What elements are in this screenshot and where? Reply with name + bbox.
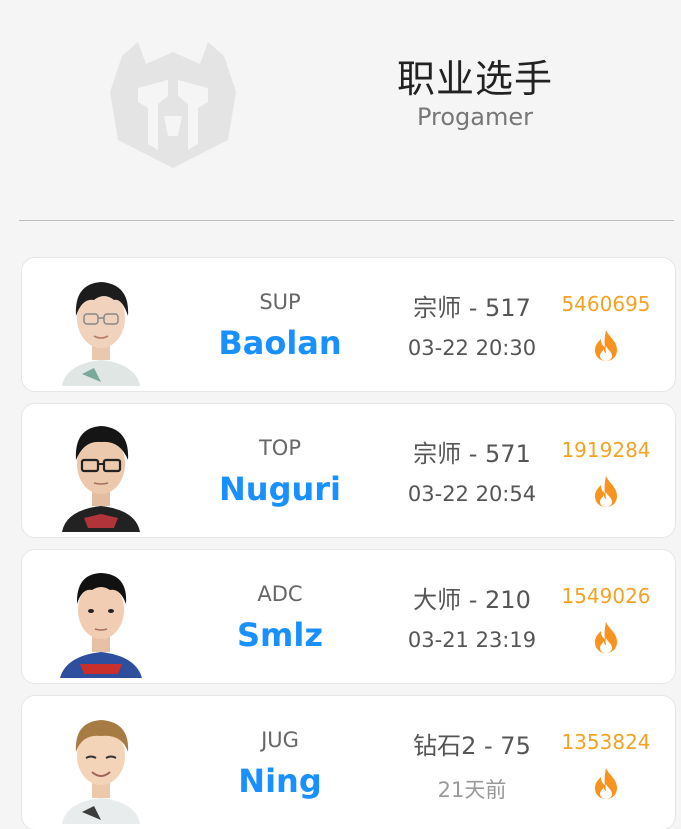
player-role: JUG — [261, 728, 299, 752]
fire-icon — [595, 768, 617, 799]
fire-icon — [595, 330, 617, 361]
page-header: 职业选手 Progamer — [0, 0, 681, 222]
player-last-played: 03-22 20:54 — [407, 482, 537, 506]
header-divider — [19, 220, 674, 221]
player-last-played: 03-22 20:30 — [407, 336, 537, 360]
team-logo-icon — [110, 42, 236, 168]
player-heat-score: 1919284 — [561, 438, 651, 462]
player-rank: 大师 - 210 — [413, 586, 531, 614]
player-name[interactable]: Ning — [190, 762, 370, 800]
player-role: ADC — [257, 582, 303, 606]
player-heat-score: 1353824 — [561, 730, 651, 754]
player-card[interactable]: ADC Smlz 大师 - 210 03-21 23:19 1549026 — [21, 549, 676, 684]
page-subtitle: Progamer — [416, 103, 534, 131]
player-avatar — [60, 573, 142, 678]
player-card[interactable]: SUP Baolan 宗师 - 517 03-22 20:30 5460695 — [21, 257, 676, 392]
player-card[interactable]: JUG Ning 钻石2 - 75 21天前 1353824 — [21, 695, 676, 829]
player-last-played: 21天前 — [437, 778, 507, 802]
page-title: 职业选手 — [396, 57, 553, 101]
player-avatar — [62, 426, 140, 532]
player-card[interactable]: TOP Nuguri 宗师 - 571 03-22 20:54 1919284 — [21, 403, 676, 538]
player-name[interactable]: Baolan — [190, 324, 370, 362]
player-name[interactable]: Nuguri — [190, 470, 370, 508]
player-avatar — [62, 720, 140, 824]
player-role: SUP — [259, 290, 301, 314]
player-avatar — [62, 282, 140, 386]
fire-icon — [595, 476, 617, 507]
player-list: SUP Baolan 宗师 - 517 03-22 20:30 5460695 — [21, 257, 676, 829]
player-last-played: 03-21 23:19 — [407, 628, 537, 652]
fire-icon — [595, 622, 617, 653]
player-heat-score: 1549026 — [561, 584, 651, 608]
player-role: TOP — [258, 436, 302, 460]
player-rank: 宗师 - 517 — [413, 294, 531, 322]
player-rank: 钻石2 - 75 — [413, 732, 531, 760]
player-name[interactable]: Smlz — [190, 616, 370, 654]
player-heat-score: 5460695 — [561, 292, 651, 316]
player-rank: 宗师 - 571 — [413, 440, 531, 468]
progamer-page: 职业选手 Progamer SUP Baolan 宗师 - 517 03-22 … — [0, 0, 681, 829]
